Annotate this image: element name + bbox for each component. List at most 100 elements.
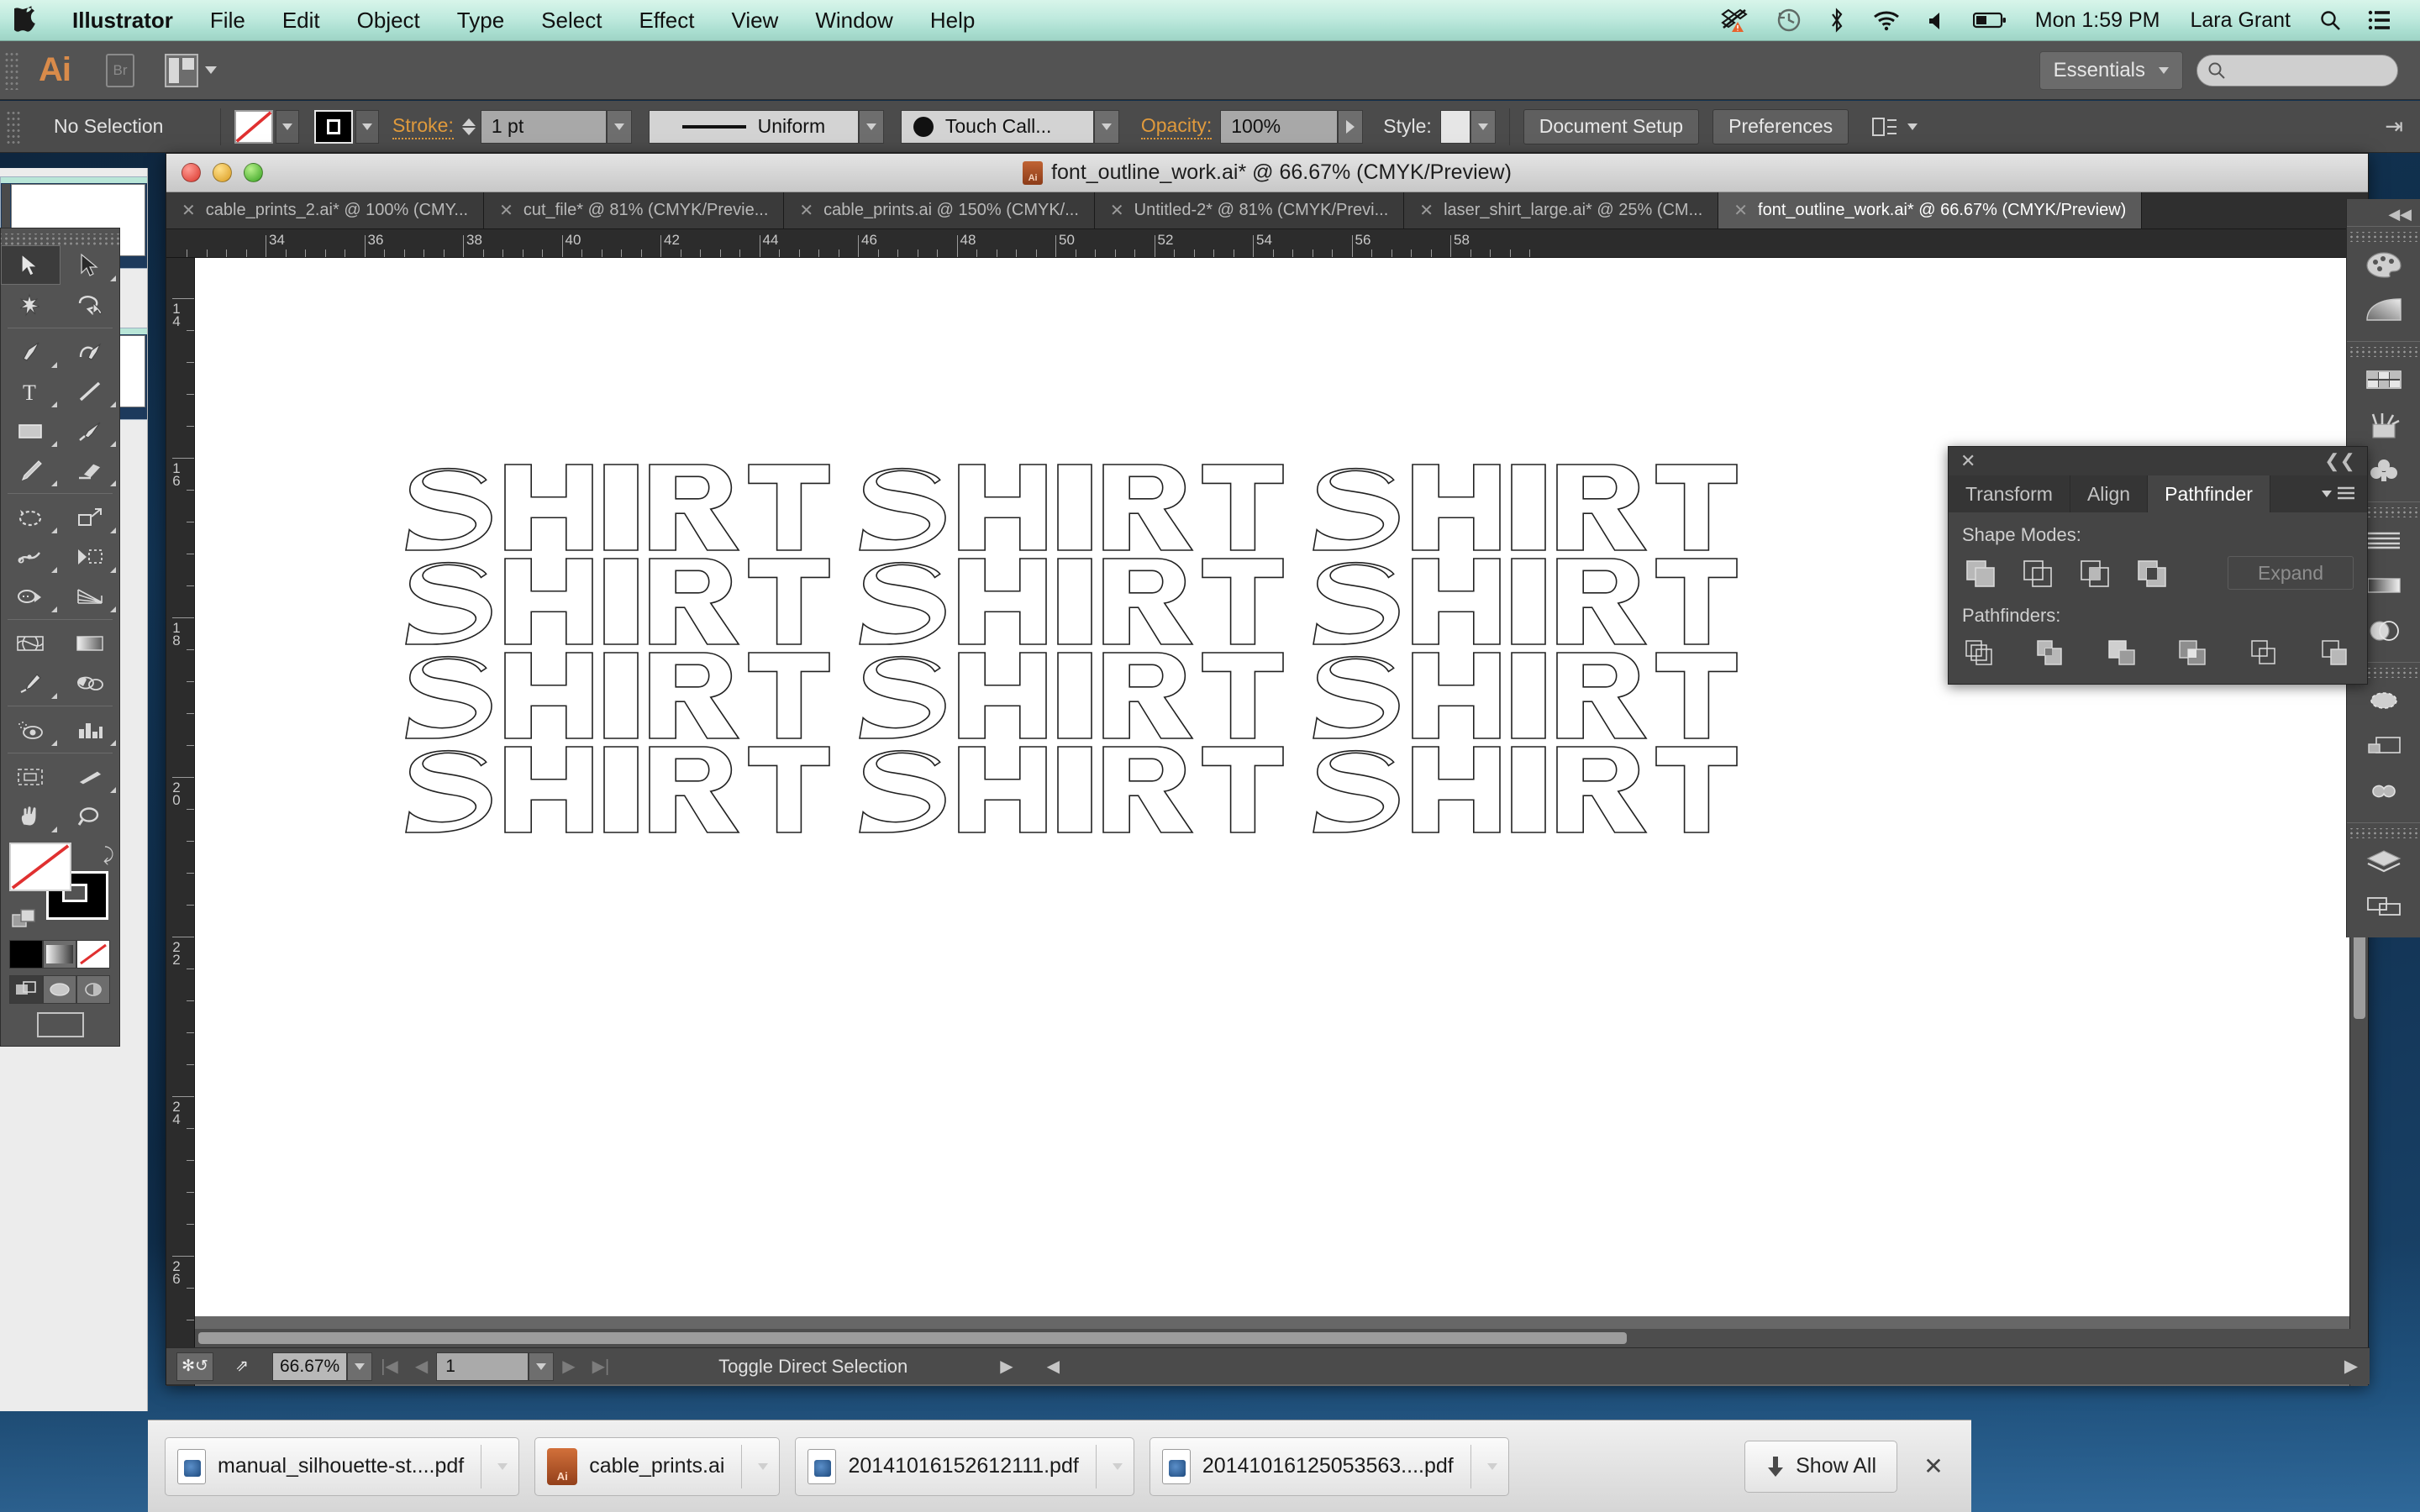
menu-item-object[interactable]: Object (339, 0, 439, 41)
outline-icon[interactable] (2246, 637, 2283, 669)
color-panel-icon[interactable] (2347, 242, 2420, 287)
fill-indicator[interactable] (9, 843, 71, 891)
show-all-downloads-button[interactable]: Show All (1744, 1440, 1897, 1493)
stroke-label[interactable]: Stroke: (392, 114, 454, 139)
free-transform-tool[interactable] (60, 537, 120, 576)
horizontal-ruler[interactable]: 34 36 38 40 42 44 46 48 50 52 54 56 58 (166, 229, 2370, 258)
apple-icon[interactable] (0, 6, 54, 34)
first-artboard-button[interactable]: |◀ (372, 1356, 407, 1377)
next-artboard-button[interactable]: ▶ (554, 1356, 583, 1377)
drag-grip[interactable] (7, 109, 22, 144)
artboard-tool[interactable] (1, 757, 60, 796)
scale-tool[interactable] (60, 497, 120, 537)
expand-panels-icon[interactable]: ◀◀ (2347, 202, 2420, 226)
direct-selection-tool[interactable] (60, 245, 120, 285)
menu-item-edit[interactable]: Edit (264, 0, 339, 41)
intersect-icon[interactable] (2076, 557, 2113, 589)
menu-bar-user[interactable]: Lara Grant (2175, 8, 2306, 33)
download-item[interactable]: 20141016125053563....pdf (1149, 1436, 1509, 1496)
tab-transform[interactable]: Transform (1949, 475, 2070, 512)
panel-menu-icon[interactable] (2310, 475, 2367, 512)
default-fill-stroke-icon[interactable] (11, 908, 39, 934)
minus-front-icon[interactable] (2019, 557, 2056, 589)
close-icon[interactable]: ✕ (1419, 200, 1434, 221)
close-icon[interactable]: ✕ (799, 200, 813, 221)
lasso-tool[interactable] (60, 285, 120, 324)
blend-tool[interactable] (60, 663, 120, 702)
menu-item-help[interactable]: Help (912, 0, 993, 41)
screen-mode-toggle[interactable] (36, 1012, 84, 1037)
document-tab[interactable]: ✕ cable_prints_2.ai* @ 100% (CMY... (166, 192, 485, 228)
none-mode[interactable] (76, 940, 110, 969)
notification-center-icon[interactable] (2354, 0, 2405, 41)
document-setup-button[interactable]: Document Setup (1523, 108, 1700, 144)
document-tab[interactable]: ✕ cut_file* @ 81% (CMYK/Previe... (484, 192, 785, 228)
chevron-down-icon[interactable] (1093, 109, 1119, 144)
creative-cloud-libraries-icon[interactable] (2347, 769, 2420, 814)
status-menu-icon[interactable]: ▶ (992, 1356, 1021, 1377)
fill-none-icon[interactable] (234, 109, 273, 144)
scroll-left-icon[interactable]: ◀ (1039, 1356, 1068, 1377)
expand-button[interactable]: Expand (2228, 556, 2354, 590)
time-machine-icon[interactable] (1763, 0, 1815, 41)
pencil-tool[interactable] (1, 450, 60, 490)
stroke-color-control[interactable] (314, 109, 379, 144)
menu-item-select[interactable]: Select (523, 0, 620, 41)
help-search-input[interactable] (2196, 54, 2398, 87)
curvature-tool[interactable] (60, 332, 120, 371)
menu-bar-clock[interactable]: Mon 1:59 PM (2020, 8, 2175, 33)
chevron-down-icon[interactable] (1108, 1462, 1127, 1470)
shape-builder-tool[interactable] (1, 576, 60, 616)
canvas-area[interactable] (195, 258, 2351, 1386)
last-artboard-button[interactable]: ▶| (584, 1356, 618, 1377)
document-tab[interactable]: ✕ cable_prints.ai @ 150% (CMYK/... (784, 192, 1095, 228)
chevron-down-icon[interactable] (347, 1352, 373, 1381)
chevron-down-icon[interactable] (754, 1462, 772, 1470)
chevron-down-icon[interactable] (1470, 109, 1496, 144)
graphic-style-swatch[interactable] (1439, 109, 1470, 144)
eyedropper-tool[interactable] (1, 663, 60, 702)
swatches-panel-icon[interactable] (2347, 357, 2420, 402)
draw-behind-mode[interactable] (43, 975, 76, 1004)
battery-icon[interactable] (1960, 0, 2020, 41)
graphic-styles-panel-icon[interactable] (2347, 723, 2420, 769)
chevron-down-icon[interactable] (493, 1462, 512, 1470)
perspective-grid-tool[interactable] (60, 576, 120, 616)
rotate-tool[interactable] (1, 497, 60, 537)
chevron-down-icon[interactable] (1483, 1462, 1502, 1470)
selection-tool[interactable] (1, 245, 60, 285)
trim-icon[interactable] (2033, 637, 2070, 669)
document-tab-active[interactable]: ✕ font_outline_work.ai* @ 66.67% (CMYK/Pr… (1718, 192, 2143, 228)
scroll-right-icon[interactable]: ▶ (2344, 1356, 2370, 1377)
stroke-weight-input[interactable]: 1 pt (480, 109, 607, 144)
chevron-down-icon[interactable] (858, 109, 884, 144)
exclude-icon[interactable] (2133, 557, 2170, 589)
close-icon[interactable]: ✕ (1912, 1452, 1954, 1480)
chevron-down-icon[interactable] (355, 109, 379, 144)
chevron-down-icon[interactable] (1907, 123, 1918, 130)
document-tab[interactable]: ✕ laser_shirt_large.ai* @ 25% (CM... (1404, 192, 1719, 228)
color-swatch-mode[interactable] (9, 940, 43, 969)
arrange-documents-icon[interactable] (165, 53, 198, 87)
horizontal-scrollbar[interactable] (195, 1329, 2351, 1347)
wifi-icon[interactable] (1859, 0, 1914, 41)
merge-icon[interactable] (2104, 637, 2141, 669)
swap-fill-stroke-icon[interactable]: ⤸ (103, 844, 114, 866)
drag-grip[interactable] (5, 50, 20, 90)
tab-align[interactable]: Align (2070, 475, 2149, 512)
menu-item-type[interactable]: Type (439, 0, 523, 41)
tab-pathfinder[interactable]: Pathfinder (2148, 475, 2270, 512)
menu-item-window[interactable]: Window (797, 0, 911, 41)
download-item[interactable]: manual_silhouette-st....pdf (165, 1436, 520, 1496)
opacity-input[interactable]: 100% (1220, 109, 1339, 144)
drag-grip[interactable] (2347, 232, 2420, 242)
fill-color-control[interactable] (234, 109, 299, 144)
status-text[interactable]: Toggle Direct Selection (718, 1356, 908, 1378)
workspace-switcher[interactable]: Essentials (2039, 50, 2183, 90)
type-tool[interactable]: T (1, 371, 60, 411)
bridge-icon[interactable]: Br (106, 53, 134, 87)
opacity-label[interactable]: Opacity: (1140, 114, 1213, 139)
close-icon[interactable]: ✕ (182, 200, 196, 221)
vertical-ruler[interactable]: 14 16 18 20 22 24 26 (166, 258, 195, 1386)
stroke-swatch-icon[interactable] (314, 109, 353, 144)
